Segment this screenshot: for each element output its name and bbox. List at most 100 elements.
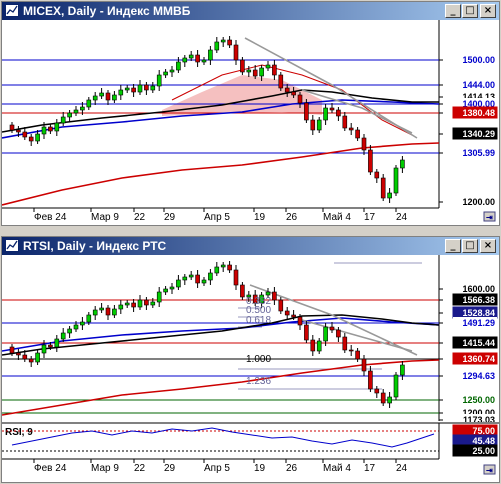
rtsi-candle — [374, 388, 380, 394]
rtsi-candle — [156, 291, 162, 303]
micex-candle — [316, 119, 322, 131]
date-label: 26 — [286, 463, 298, 474]
rtsi-price-label: 1528.84 — [462, 308, 495, 318]
micex-candle — [208, 49, 213, 61]
ma-long-line — [2, 359, 440, 416]
micex-candle — [323, 107, 328, 121]
rtsi-candle — [380, 392, 386, 404]
micex-chart-window: MICEX, Daily - Индекс ММВБ _ □ × 1500.00… — [1, 1, 500, 226]
rtsi-candle — [182, 276, 188, 281]
rtsi-candle — [329, 326, 335, 331]
rtsi-candle — [272, 291, 277, 301]
micex-candle — [291, 91, 296, 96]
date-label: 24 — [396, 463, 408, 474]
micex-candle — [252, 69, 258, 77]
ma-long-line — [2, 142, 440, 206]
close-button[interactable]: × — [480, 239, 496, 253]
scroll-right-icon-glyph: ⇥ — [486, 466, 493, 475]
micex-candle — [131, 87, 136, 93]
micex-candle — [92, 95, 98, 101]
rtsi-candle — [41, 344, 47, 354]
micex-price-chart[interactable]: 1500.001444.001414.131400.001380.481340.… — [2, 20, 499, 225]
micex-candle — [348, 127, 354, 131]
rtsi-candle — [112, 308, 117, 316]
micex-titlebar[interactable]: MICEX, Daily - Индекс ММВБ _ □ × — [2, 2, 499, 20]
rtsi-candle — [188, 274, 194, 278]
date-label: 22 — [134, 463, 146, 474]
micex-candle — [214, 41, 220, 51]
chart-window-icon — [5, 239, 19, 252]
micex-candle — [368, 149, 373, 173]
micex-candle — [272, 64, 277, 76]
minimize-button[interactable]: _ — [445, 4, 461, 18]
rtsi-candle — [355, 350, 360, 360]
micex-candle — [137, 84, 143, 93]
rsi-title: RSI, 9 — [5, 427, 33, 438]
rtsi-candle — [86, 314, 92, 323]
micex-candle — [227, 39, 232, 46]
rtsi-candle — [169, 286, 175, 290]
micex-candle — [176, 61, 181, 71]
rtsi-candle — [195, 274, 200, 284]
rtsi-candle — [265, 291, 271, 296]
micex-price-label: 1380.48 — [462, 108, 495, 118]
micex-candle — [233, 44, 239, 61]
rtsi-price-label: 1250.00 — [462, 395, 495, 405]
micex-candle — [163, 71, 168, 76]
date-label: 29 — [164, 212, 176, 223]
micex-candle — [35, 133, 40, 142]
date-label: 22 — [134, 212, 146, 223]
rtsi-candle — [387, 396, 392, 404]
micex-candle — [355, 129, 360, 139]
scroll-right-icon-glyph: ⇥ — [486, 213, 493, 222]
rtsi-candle — [323, 326, 328, 342]
rtsi-candle — [48, 344, 53, 348]
micex-candle — [16, 129, 21, 133]
date-label: Апр 5 — [204, 463, 230, 474]
rtsi-candle — [35, 352, 40, 363]
rtsi-candle — [316, 340, 322, 352]
rtsi-candle — [92, 309, 98, 316]
maximize-button[interactable]: □ — [462, 239, 478, 253]
micex-candle — [380, 177, 386, 199]
micex-candle — [124, 87, 130, 91]
rtsi-price-chart[interactable]: 0.3820.5000.6181.0001.2361600.001566.381… — [2, 255, 499, 482]
rtsi-candle — [336, 329, 341, 338]
micex-candle — [112, 94, 117, 101]
date-label: Мар 9 — [91, 212, 119, 223]
fib-label: 1.000 — [246, 354, 271, 365]
micex-candle — [22, 131, 28, 138]
date-label: 19 — [254, 463, 266, 474]
rtsi-candle — [9, 346, 15, 354]
micex-candle — [259, 67, 264, 77]
date-label: 17 — [364, 212, 376, 223]
rsi-value-label: 25.00 — [472, 446, 495, 456]
micex-candle — [297, 94, 303, 104]
rtsi-chart-window: RTSI, Daily - Индекс РТС _ □ × 0.382 0.50… — [1, 236, 500, 483]
micex-candle — [99, 92, 104, 97]
micex-candle — [336, 109, 341, 117]
micex-candle — [393, 167, 399, 194]
micex-price-label: 1444.00 — [462, 80, 495, 90]
minimize-button[interactable]: _ — [445, 239, 461, 253]
fib-label: 1.236 — [246, 376, 271, 387]
close-button[interactable]: × — [480, 4, 496, 18]
rtsi-candle — [233, 269, 239, 286]
micex-candle — [310, 119, 316, 131]
micex-candle — [188, 54, 194, 59]
micex-candle — [156, 74, 162, 87]
rtsi-candle — [22, 354, 28, 360]
rtsi-candle — [284, 310, 290, 316]
chart-window-icon — [5, 4, 19, 17]
rtsi-candle — [310, 339, 316, 352]
rtsi-candle — [220, 264, 226, 268]
date-label: Апр 5 — [204, 212, 230, 223]
rtsi-candle — [118, 304, 124, 310]
rtsi-candle — [67, 328, 72, 334]
rtsi-candle — [278, 299, 284, 312]
rtsi-titlebar[interactable]: RTSI, Daily - Индекс РТС _ □ × — [2, 237, 499, 255]
maximize-button[interactable]: □ — [462, 4, 478, 18]
rtsi-candle — [16, 352, 21, 356]
micex-candle — [284, 87, 290, 93]
date-label: Май 4 — [323, 212, 351, 223]
